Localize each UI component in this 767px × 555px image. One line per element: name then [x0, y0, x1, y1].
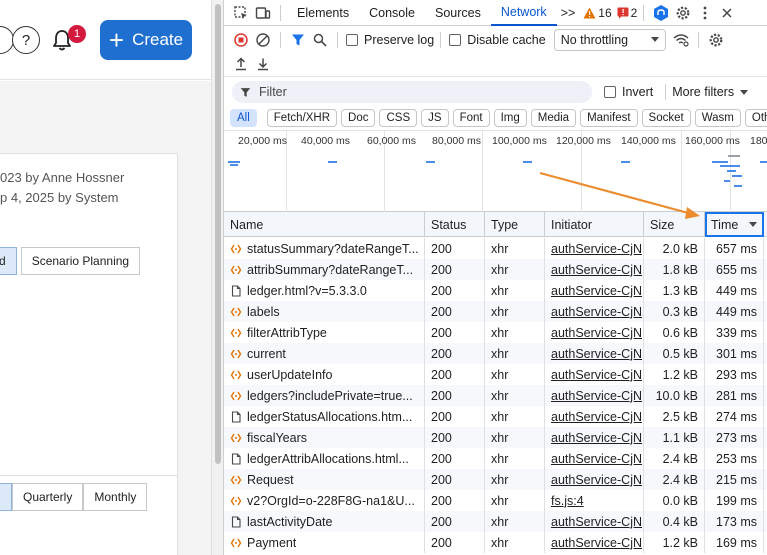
modified-by-text: p 4, 2025 by System	[0, 190, 119, 205]
app-header: ? 1 + Create	[0, 0, 211, 80]
notification-badge: 1	[68, 25, 86, 43]
page-scrollbar[interactable]	[211, 0, 224, 555]
app-body: 023 by Anne Hossner p 4, 2025 by System …	[0, 81, 211, 555]
annotation-arrow	[539, 171, 700, 219]
app-pane: ? 1 + Create 023 by Anne Hossner p 4, 20…	[0, 0, 211, 555]
annotation-arrowhead	[685, 207, 700, 219]
view-option-current[interactable]: d	[0, 247, 17, 275]
create-button-label: Create	[132, 30, 184, 49]
period-toggle: Quarterly Monthly	[0, 483, 148, 511]
period-option-selected[interactable]	[0, 483, 12, 511]
help-button[interactable]: ?	[12, 26, 40, 54]
page-scrollbar-thumb[interactable]	[215, 4, 221, 464]
view-option-scenario-planning[interactable]: Scenario Planning	[20, 247, 141, 275]
period-option-monthly[interactable]: Monthly	[83, 483, 148, 511]
plus-icon: +	[108, 25, 125, 55]
period-option-quarterly[interactable]: Quarterly	[12, 483, 84, 511]
created-by-text: 023 by Anne Hossner	[0, 170, 125, 185]
help-icon: ?	[21, 31, 31, 49]
view-toggle: d Scenario Planning	[0, 247, 141, 275]
create-button[interactable]: + Create	[100, 20, 192, 60]
devtools-panel: Elements Console Sources Network >> 16 2	[224, 0, 767, 555]
